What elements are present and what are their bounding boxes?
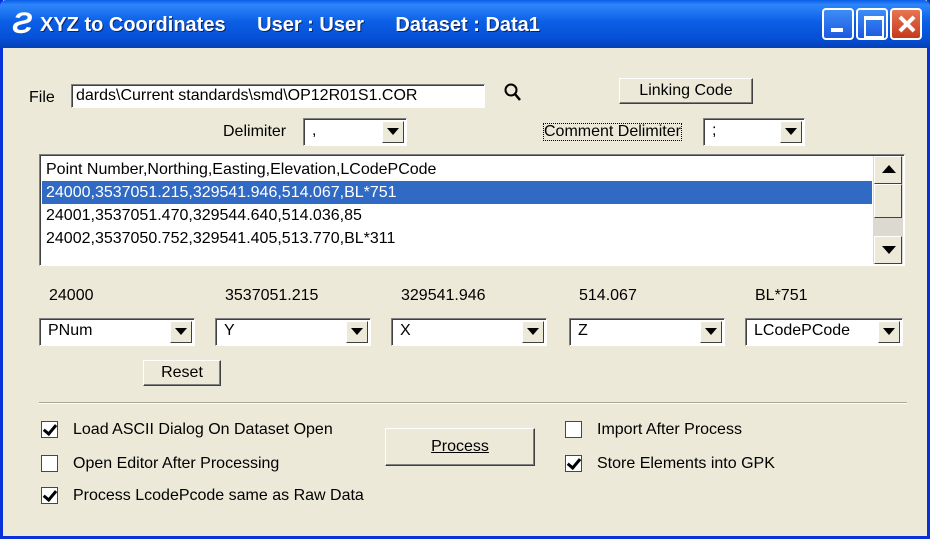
scroll-up-icon[interactable] <box>874 156 902 184</box>
open-editor-checkbox[interactable] <box>41 455 58 472</box>
scroll-thumb[interactable] <box>874 184 902 218</box>
preview-value-z: 514.067 <box>579 287 637 304</box>
list-item[interactable]: Point Number,Northing,Easting,Elevation,… <box>42 158 872 181</box>
file-label: File <box>29 89 55 106</box>
column-select-pnum[interactable]: PNum <box>39 318 195 346</box>
chevron-down-icon[interactable] <box>878 321 900 343</box>
app-title: XYZ to Coordinates <box>40 14 226 36</box>
store-elements-checkbox[interactable] <box>565 455 582 472</box>
column-select-value: Z <box>578 322 588 339</box>
store-elements-label: Store Elements into GPK <box>597 455 775 472</box>
chevron-down-icon[interactable] <box>170 321 192 343</box>
maximize-button[interactable] <box>856 8 888 40</box>
delimiter-label: Delimiter <box>223 123 287 140</box>
column-select-value: Y <box>224 322 235 339</box>
minimize-button[interactable] <box>822 8 854 40</box>
process-button[interactable]: Process <box>385 428 535 466</box>
column-select-z[interactable]: Z <box>569 318 725 346</box>
load-ascii-checkbox[interactable] <box>41 421 58 438</box>
window-title: XYZ to Coordinates User : User Dataset :… <box>40 12 566 38</box>
open-editor-option[interactable]: Open Editor After Processing <box>41 454 341 474</box>
title-bar[interactable]: Ƨ XYZ to Coordinates User : User Dataset… <box>0 0 930 48</box>
comment-delimiter-select[interactable]: ; <box>703 118 805 146</box>
column-select-value: PNum <box>48 322 93 339</box>
comment-delimiter-label: Comment Delimiter <box>541 121 684 143</box>
app-icon: Ƨ <box>12 7 33 40</box>
open-editor-label: Open Editor After Processing <box>73 455 280 472</box>
store-elements-option[interactable]: Store Elements into GPK <box>565 454 825 474</box>
load-ascii-option[interactable]: Load ASCII Dialog On Dataset Open <box>41 420 381 440</box>
xyz-to-coordinates-window: Ƨ XYZ to Coordinates User : User Dataset… <box>0 0 930 539</box>
column-select-value: X <box>400 322 411 339</box>
column-select-y[interactable]: Y <box>215 318 371 346</box>
process-button-label: Process <box>431 438 489 455</box>
data-preview-list[interactable]: Point Number,Northing,Easting,Elevation,… <box>39 154 905 266</box>
load-ascii-label: Load ASCII Dialog On Dataset Open <box>73 421 333 438</box>
delimiter-select[interactable]: , <box>303 118 407 146</box>
import-after-checkbox[interactable] <box>565 421 582 438</box>
chevron-down-icon[interactable] <box>700 321 722 343</box>
process-lcode-checkbox[interactable] <box>41 487 58 504</box>
scroll-down-icon[interactable] <box>874 236 902 264</box>
column-select-x[interactable]: X <box>391 318 547 346</box>
file-path-field[interactable]: dards\Current standards\smd\OP12R01S1.CO… <box>71 84 485 108</box>
linking-code-button[interactable]: Linking Code <box>619 78 753 104</box>
delimiter-value: , <box>312 122 317 139</box>
column-select-value: LCodePCode <box>754 322 851 339</box>
close-button[interactable] <box>890 8 922 40</box>
column-select-code[interactable]: LCodePCode <box>745 318 903 346</box>
chevron-down-icon[interactable] <box>346 321 368 343</box>
list-item[interactable]: 24002,3537050.752,329541.405,513.770,BL*… <box>42 227 872 250</box>
chevron-down-icon[interactable] <box>382 121 404 143</box>
import-after-option[interactable]: Import After Process <box>565 420 785 440</box>
list-item[interactable]: 24001,3537051.470,329544.640,514.036,85 <box>42 204 872 227</box>
vertical-scrollbar[interactable] <box>873 156 903 264</box>
process-lcode-option[interactable]: Process LcodePcode same as Raw Data <box>41 486 421 506</box>
process-lcode-label: Process LcodePcode same as Raw Data <box>73 487 364 504</box>
chevron-down-icon[interactable] <box>780 121 802 143</box>
reset-button[interactable]: Reset <box>143 360 221 386</box>
import-after-label: Import After Process <box>597 421 742 438</box>
separator <box>39 402 907 404</box>
dataset-label: Dataset : Data1 <box>395 14 540 36</box>
user-label: User : User <box>257 14 364 36</box>
preview-value-x: 329541.946 <box>401 287 486 304</box>
preview-value-y: 3537051.215 <box>225 287 319 304</box>
preview-value-code: BL*751 <box>755 287 808 304</box>
comment-delimiter-value: ; <box>712 122 717 139</box>
list-item-selected[interactable]: 24000,3537051.215,329541.946,514.067,BL*… <box>42 181 872 204</box>
chevron-down-icon[interactable] <box>522 321 544 343</box>
preview-value-pnum: 24000 <box>49 287 94 304</box>
search-icon[interactable] <box>503 82 523 104</box>
